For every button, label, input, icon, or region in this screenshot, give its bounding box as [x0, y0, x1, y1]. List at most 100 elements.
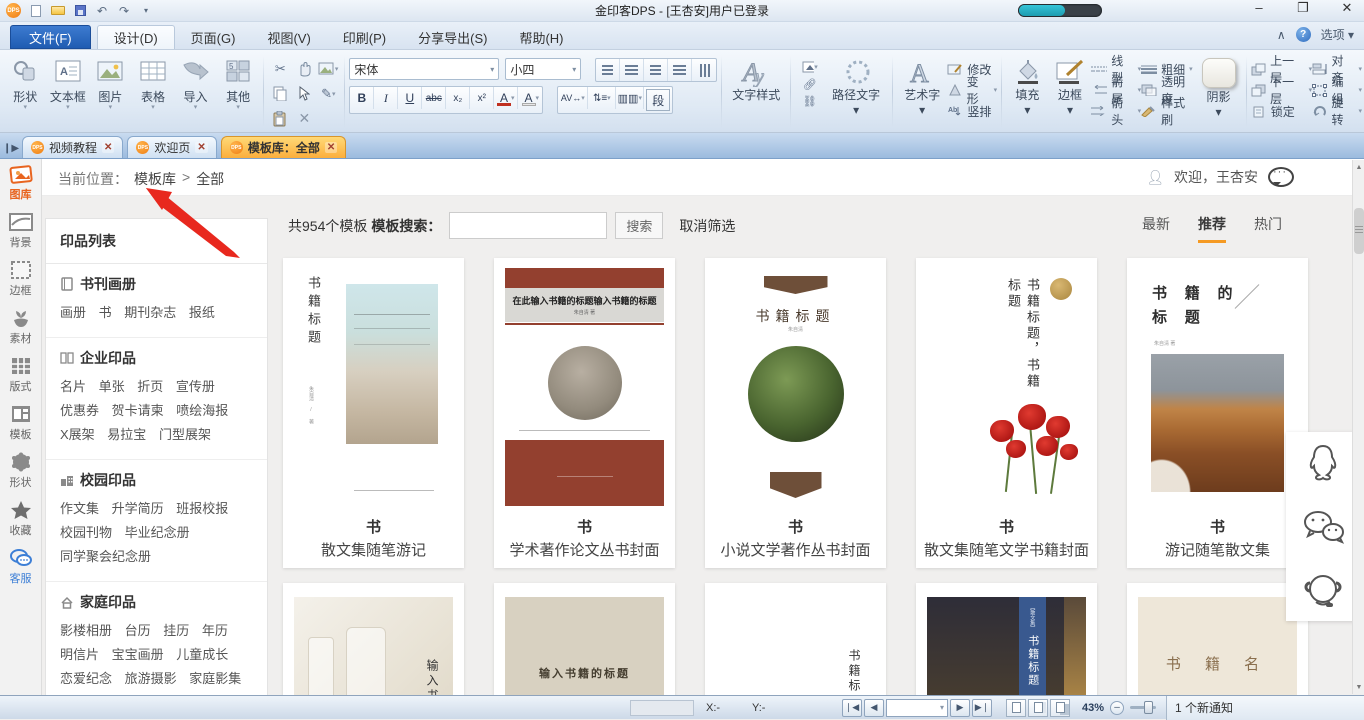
collapse-ribbon-icon[interactable]: ∧: [1277, 28, 1286, 42]
text-style-button[interactable]: Ay 文字样式: [726, 54, 786, 130]
category-link[interactable]: 旅游摄影: [125, 667, 177, 691]
unlink-icon[interactable]: ⛓︎: [802, 94, 818, 108]
insert-table-button[interactable]: 表格▾: [132, 54, 175, 130]
template-card[interactable]: 书 籍 的 标 题 朱自清 著 书 游记随笔散文集: [1127, 258, 1308, 568]
path-text-button[interactable]: 路径文字▾: [824, 54, 888, 130]
category-link[interactable]: 门型展架: [159, 423, 211, 447]
line-spacing-button[interactable]: ⇅≡▾: [588, 87, 616, 109]
maximize-button[interactable]: ❐: [1294, 0, 1312, 16]
paragraph-button[interactable]: 段: [646, 89, 670, 111]
arrow-head-button[interactable]: 箭头▾: [1091, 102, 1141, 120]
undo-icon[interactable]: ↶: [93, 3, 111, 19]
sidebar-collapse-icon[interactable]: ❙▶: [0, 138, 22, 158]
open-folder-icon[interactable]: [49, 3, 67, 19]
category-link[interactable]: 挂历: [163, 619, 189, 643]
category-link[interactable]: 台历: [125, 619, 151, 643]
help-icon[interactable]: ?: [1296, 27, 1311, 42]
category-link[interactable]: 期刊杂志: [124, 301, 176, 325]
last-page-button[interactable]: ▶❘: [972, 699, 992, 717]
view-continuous-button[interactable]: [1028, 699, 1048, 717]
category-link[interactable]: 影楼相册: [60, 619, 112, 643]
close-button[interactable]: ✕: [1338, 0, 1356, 16]
doc-tab-video-tutorial[interactable]: DPS 视频教程 ✕: [22, 136, 123, 158]
message-bubble-icon[interactable]: [1268, 167, 1294, 187]
category-link[interactable]: 儿童成长: [176, 643, 228, 667]
zoom-slider[interactable]: [1130, 706, 1156, 709]
link-icon[interactable]: 🔗︎: [802, 77, 818, 91]
template-card[interactable]: 书 籍 名: [1127, 583, 1308, 695]
category-link[interactable]: 易拉宝: [107, 423, 146, 447]
template-card[interactable]: 书籍标题，书籍标题 书 散文集随笔文学书籍封面: [916, 258, 1097, 568]
category-link[interactable]: 书: [99, 301, 112, 325]
template-card[interactable]: 输入书籍的标题: [494, 583, 675, 695]
italic-button[interactable]: I: [374, 87, 398, 109]
copy-icon[interactable]: [270, 84, 290, 104]
align-center-button[interactable]: [620, 59, 644, 81]
scroll-up-icon[interactable]: ▲: [1353, 160, 1364, 174]
category-link[interactable]: 画册: [60, 301, 86, 325]
rail-item-border[interactable]: 边框: [8, 259, 34, 298]
template-card[interactable]: 书籍标: [705, 583, 886, 695]
minimize-button[interactable]: –: [1250, 0, 1268, 16]
wechat-contact-button[interactable]: [1286, 495, 1360, 558]
insert-image-button[interactable]: 图片▾: [89, 54, 132, 130]
char-spacing-button[interactable]: AV↔▾: [558, 87, 588, 109]
prev-page-button[interactable]: ◀: [864, 699, 884, 717]
subscript-button[interactable]: x₂: [446, 87, 470, 109]
new-document-icon[interactable]: [27, 3, 45, 19]
cancel-filter-link[interactable]: 取消筛选: [679, 216, 735, 236]
rail-item-background[interactable]: 背景: [8, 211, 34, 250]
category-link[interactable]: 作文集: [60, 497, 99, 521]
sort-recommended[interactable]: 推荐: [1198, 214, 1226, 243]
font-family-select[interactable]: 宋体▾: [349, 58, 499, 80]
category-link[interactable]: 折页: [137, 375, 163, 399]
category-link[interactable]: 班报校报: [176, 497, 228, 521]
align-justify-button[interactable]: [668, 59, 692, 81]
rotate-button[interactable]: 旋转▾: [1312, 102, 1362, 120]
import-button[interactable]: 导入▾: [174, 54, 217, 130]
category-link[interactable]: 喷绘海报: [176, 399, 228, 423]
rail-item-favorites[interactable]: 收藏: [8, 499, 34, 538]
insert-other-button[interactable]: 5 其他▾: [217, 54, 260, 130]
category-link[interactable]: 年历: [202, 619, 228, 643]
category-link[interactable]: 同学聚会纪念册: [60, 545, 151, 569]
close-tab-icon[interactable]: ✕: [325, 142, 337, 153]
columns-button[interactable]: ▥▥▾: [616, 87, 644, 109]
notification-label[interactable]: 1 个新通知: [1166, 696, 1364, 720]
doc-tab-welcome[interactable]: DPS 欢迎页 ✕: [127, 136, 216, 158]
rail-item-layout[interactable]: 版式: [8, 355, 34, 394]
search-button[interactable]: 搜索: [615, 212, 663, 239]
vertical-scrollbar[interactable]: ▲ ▼: [1352, 160, 1364, 694]
category-link[interactable]: 恋爱纪念: [60, 667, 112, 691]
redo-icon[interactable]: ↷: [115, 3, 133, 19]
customer-service-button[interactable]: [1286, 558, 1360, 621]
next-page-button[interactable]: ▶: [950, 699, 970, 717]
first-page-button[interactable]: ❘◀: [842, 699, 862, 717]
sort-newest[interactable]: 最新: [1142, 214, 1170, 243]
template-card[interactable]: 书籍标题 朱自清 书 小说文学著作丛书封面: [705, 258, 886, 568]
superscript-button[interactable]: x²: [470, 87, 494, 109]
sort-hot[interactable]: 热门: [1254, 214, 1282, 243]
rail-item-service[interactable]: 客服: [8, 547, 34, 586]
breadcrumb-library-link[interactable]: 模板库: [134, 169, 176, 189]
font-color-button[interactable]: A▾: [494, 87, 518, 109]
category-link[interactable]: 贺卡请柬: [112, 399, 164, 423]
zoom-out-button[interactable]: –: [1110, 701, 1124, 715]
view-single-page-button[interactable]: [1006, 699, 1026, 717]
insert-textbox-button[interactable]: A 文本框▾: [47, 54, 90, 130]
style-brush-button[interactable]: 样式刷: [1141, 102, 1195, 120]
category-link[interactable]: 宣传册: [176, 375, 215, 399]
rail-item-gallery[interactable]: 图库: [8, 163, 34, 202]
tab-print[interactable]: 印刷(P): [327, 25, 402, 49]
fill-button[interactable]: 填充▾: [1006, 54, 1049, 130]
rail-item-material[interactable]: 素材: [8, 307, 34, 346]
send-backward-button[interactable]: 下一层▾: [1251, 81, 1312, 99]
bold-button[interactable]: B: [350, 87, 374, 109]
cut-icon[interactable]: ✂: [270, 59, 290, 79]
select-cursor-icon[interactable]: [294, 84, 314, 104]
save-icon[interactable]: [71, 3, 89, 19]
paste-icon[interactable]: [270, 109, 290, 129]
insert-shape-button[interactable]: 形状▾: [4, 54, 47, 130]
template-card[interactable]: 书籍标题 朱自清 / 著 书 散文集随笔游记: [283, 258, 464, 568]
underline-button[interactable]: U: [398, 87, 422, 109]
